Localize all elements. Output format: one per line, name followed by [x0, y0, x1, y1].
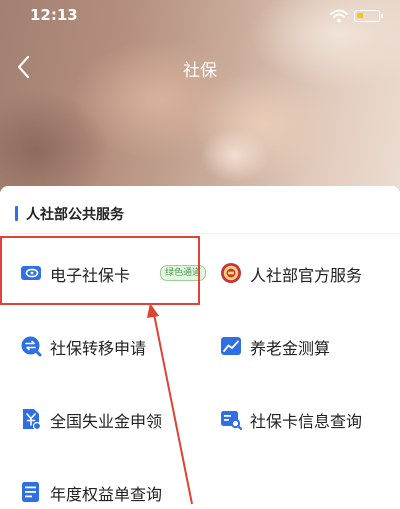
- service-mohrss-official[interactable]: 人社部官方服务: [220, 256, 390, 290]
- service-label: 养老金测算: [250, 339, 331, 358]
- page-title: 社保: [183, 61, 217, 81]
- wifi-icon: [330, 9, 348, 23]
- chart-icon: [221, 337, 241, 355]
- service-label: 全国失业金申领: [50, 412, 163, 431]
- emblem-icon: [221, 263, 241, 283]
- service-social-card-query[interactable]: 社保卡信息查询: [220, 402, 390, 436]
- service-annual-statement[interactable]: 年度权益单查询: [20, 475, 190, 509]
- divider: [0, 233, 400, 234]
- section-title: 人社部公共服务: [26, 207, 124, 223]
- service-label: 年度权益单查询: [50, 485, 163, 504]
- section-accent-bar: [15, 206, 18, 221]
- battery-icon: [354, 10, 383, 22]
- document-list-icon: [22, 482, 39, 502]
- service-pension-calc[interactable]: 养老金测算: [220, 329, 390, 363]
- transfer-icon: [21, 336, 42, 357]
- service-panel: 人社部公共服务 电子社保卡 绿色通道 人社部官方服务 社保转移申请 养老金测算 …: [0, 186, 400, 506]
- service-label: 社保卡信息查询: [250, 412, 363, 431]
- card-search-icon: [221, 411, 242, 430]
- status-time: 12:13: [30, 6, 78, 24]
- document-yuan-icon: [23, 409, 42, 430]
- highlight-box: [0, 236, 200, 305]
- service-social-transfer[interactable]: 社保转移申请: [20, 329, 190, 363]
- service-label: 人社部官方服务: [250, 266, 363, 285]
- service-unemployment-claim[interactable]: 全国失业金申领: [20, 402, 200, 436]
- service-label: 社保转移申请: [50, 339, 147, 358]
- hero-banner: 12:13 社保: [0, 0, 400, 192]
